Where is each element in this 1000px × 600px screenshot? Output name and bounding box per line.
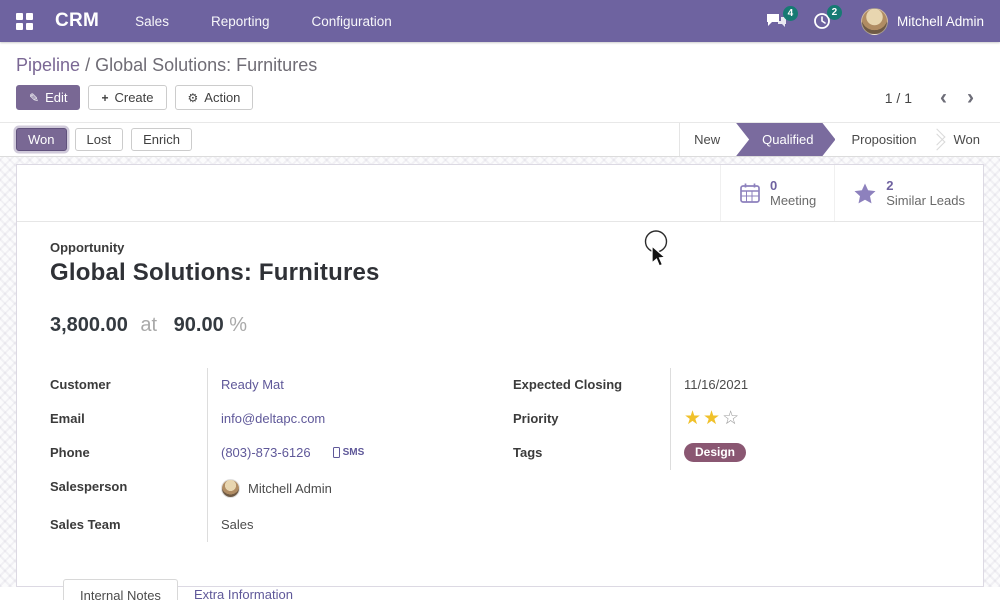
field-row-priority: Priority ★★☆ [513,402,950,436]
messages-icon[interactable]: 4 [766,13,787,29]
star-filled-icon[interactable]: ★ [703,408,720,429]
sales-team-label: Sales Team [50,508,208,542]
star-icon [853,182,877,205]
salesperson-label: Salesperson [50,470,208,508]
activities-icon[interactable]: 2 [813,12,831,30]
sms-button[interactable]: SMS [333,447,365,458]
similar-leads-stat-button[interactable]: 2 Similar Leads [834,165,983,221]
field-group-right: Expected Closing 11/16/2021 Priority ★★☆… [513,368,950,470]
top-nav-bar: CRM Sales Reporting Configuration 4 2 Mi… [0,0,1000,42]
activities-count-badge: 2 [827,5,842,20]
user-menu[interactable]: Mitchell Admin [897,14,984,29]
form-sheet: 0 Meeting 2 Similar Leads Opportunity Gl… [16,164,984,587]
customer-label: Customer [50,368,208,402]
breadcrumb-separator: / [85,55,90,75]
calendar-icon [739,182,761,204]
stage-pipeline: New Qualified Proposition Won [679,123,1000,156]
field-row-expected-closing: Expected Closing 11/16/2021 [513,368,950,402]
field-row-phone: Phone (803)-873-6126 SMS [50,436,487,470]
plus-icon: + [101,91,108,105]
stage-new[interactable]: New [680,123,734,156]
stat-button-box: 0 Meeting 2 Similar Leads [17,165,983,222]
create-button[interactable]: + Create [88,85,166,110]
notebook-tabs: Internal Notes Extra Information [50,579,950,600]
salesperson-avatar [221,479,240,498]
probability-value[interactable]: 90.00 [174,314,224,336]
field-row-salesperson: Salesperson Mitchell Admin [50,470,487,508]
meeting-count: 0 [770,178,816,193]
form-view-background: 0 Meeting 2 Similar Leads Opportunity Gl… [0,157,1000,587]
tab-internal-notes[interactable]: Internal Notes [63,579,178,600]
field-row-email: Email info@deltapc.com [50,402,487,436]
breadcrumb: Pipeline / Global Solutions: Furnitures [16,55,984,76]
user-avatar[interactable] [861,8,888,35]
nav-item-reporting[interactable]: Reporting [211,14,270,29]
opportunity-title[interactable]: Global Solutions: Furnitures [50,259,950,287]
stage-won[interactable]: Won [940,123,995,156]
won-button[interactable]: Won [16,128,67,151]
apps-grid-icon[interactable] [16,13,33,30]
tags-label: Tags [513,436,671,470]
pager-previous-icon[interactable]: ‹ [930,91,957,105]
stage-chevron-separator [931,123,940,156]
field-groups: Customer Ready Mat Email info@deltapc.co… [50,368,950,542]
star-filled-icon[interactable]: ★ [684,408,701,429]
control-panel: Pipeline / Global Solutions: Furnitures … [0,42,1000,122]
action-button[interactable]: ⚙ Action [175,85,254,110]
gear-icon: ⚙ [188,91,199,105]
email-value-link[interactable]: info@deltapc.com [221,411,325,426]
pager-next-icon[interactable]: › [957,91,984,105]
similar-leads-count: 2 [886,178,965,193]
record-type-label: Opportunity [50,240,950,255]
mobile-phone-icon [333,447,340,458]
phone-label: Phone [50,436,208,470]
tag-design[interactable]: Design [684,443,746,462]
field-row-tags: Tags Design [513,436,950,470]
messages-count-badge: 4 [783,6,798,21]
customer-value-link[interactable]: Ready Mat [221,377,284,392]
sales-team-value[interactable]: Sales [221,517,254,532]
expected-closing-label: Expected Closing [513,368,671,402]
app-brand-crm[interactable]: CRM [55,10,99,32]
priority-stars: ★★☆ [684,407,741,430]
breadcrumb-current: Global Solutions: Furnitures [95,55,317,75]
tab-extra-information[interactable]: Extra Information [178,579,309,600]
nav-item-sales[interactable]: Sales [135,14,169,29]
stage-proposition[interactable]: Proposition [837,123,930,156]
pencil-icon: ✎ [29,91,39,105]
field-row-sales-team: Sales Team Sales [50,508,487,542]
expected-revenue-value[interactable]: 3,800.00 [50,314,128,336]
meeting-label: Meeting [770,193,816,208]
enrich-button[interactable]: Enrich [131,128,192,151]
meeting-stat-button[interactable]: 0 Meeting [720,165,834,221]
edit-button[interactable]: ✎ Edit [16,85,80,110]
status-bar: Won Lost Enrich New Qualified Propositio… [0,122,1000,157]
similar-leads-label: Similar Leads [886,193,965,208]
priority-label: Priority [513,402,671,436]
lost-button[interactable]: Lost [75,128,124,151]
percent-sign: % [229,314,247,336]
nav-item-configuration[interactable]: Configuration [312,14,392,29]
at-label: at [140,314,157,336]
star-empty-icon[interactable]: ☆ [722,408,739,429]
stage-qualified-active[interactable]: Qualified [736,123,835,156]
field-group-left: Customer Ready Mat Email info@deltapc.co… [50,368,487,542]
field-row-customer: Customer Ready Mat [50,368,487,402]
pager-value: 1 / 1 [885,90,912,106]
phone-value-link[interactable]: (803)-873-6126 [221,445,311,460]
expected-revenue-row: 3,800.00 at 90.00 % [50,314,950,337]
breadcrumb-pipeline-link[interactable]: Pipeline [16,55,80,75]
expected-closing-value[interactable]: 11/16/2021 [684,377,748,392]
email-label: Email [50,402,208,436]
salesperson-value[interactable]: Mitchell Admin [248,481,332,496]
